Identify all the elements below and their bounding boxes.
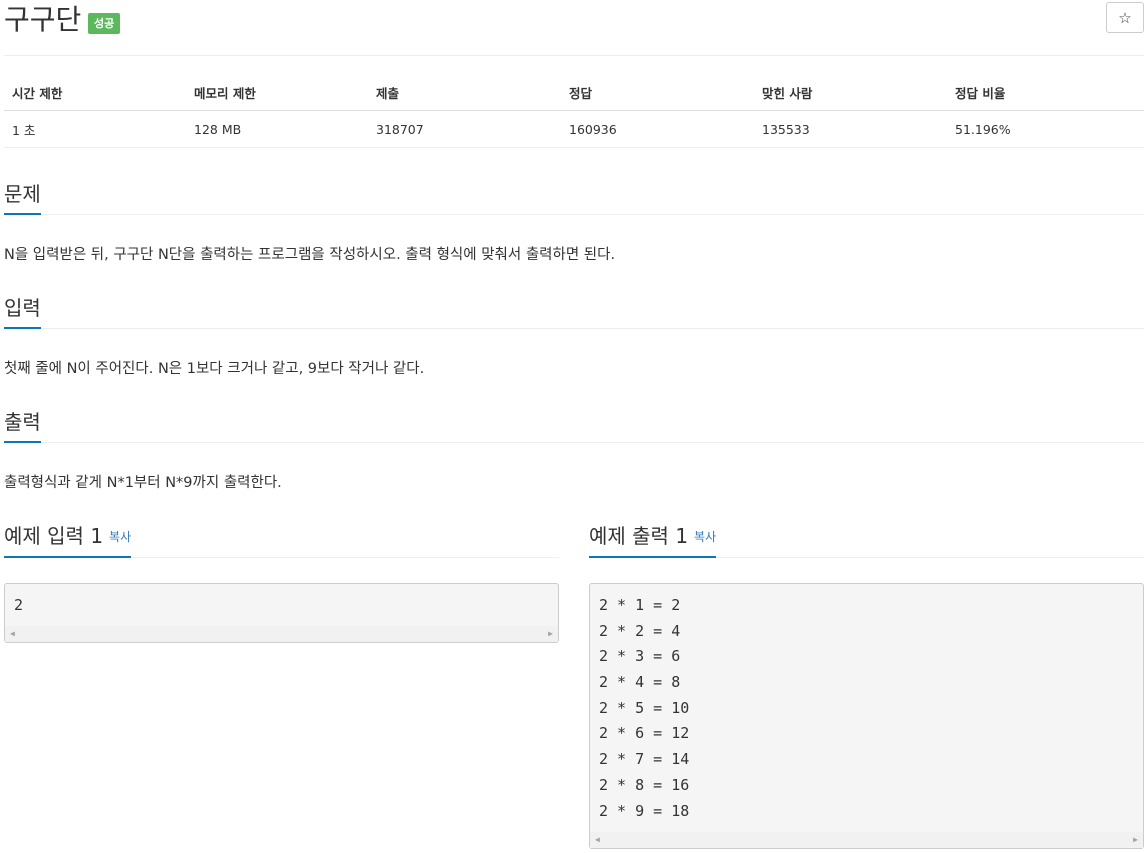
sample-output-section: 예제 출력 1 복사	[589, 518, 1144, 558]
scroll-left-arrow-icon[interactable]: ◀	[10, 630, 15, 638]
info-value-submissions: 318707	[368, 110, 561, 148]
copy-sample-input-link[interactable]: 복사	[109, 530, 131, 544]
sample-line: 2 * 1 = 2	[599, 596, 681, 614]
info-value-solved-users: 135533	[754, 110, 947, 148]
scroll-right-arrow-icon[interactable]: ▶	[548, 630, 553, 638]
sample-output-lines: 2 * 1 = 2 2 * 2 = 4 2 * 3 = 6 2 * 4 = 8 2 * …	[590, 584, 1143, 824]
output-description-text: 출력형식과 같게 N*1부터 N*9까지 출력한다.	[4, 475, 282, 491]
sample-input-box: 2 ◀ ▶	[4, 583, 559, 643]
problem-title: 구구단	[4, 3, 82, 36]
status-badge: 성공	[88, 13, 121, 34]
sample-line: 2 * 5 = 10	[599, 698, 690, 717]
input-section: 입력	[4, 293, 1144, 329]
sample-line: 2 * 3 = 6	[599, 647, 681, 666]
sample-output-heading: 예제 출력 1 복사	[589, 521, 717, 558]
info-value-time-limit: 1 초	[4, 110, 186, 148]
problem-description-section: 문제	[4, 179, 1144, 215]
section-divider	[4, 442, 1144, 443]
info-header-time-limit: 시간 제한	[4, 74, 186, 111]
info-header-memory-limit: 메모리 제한	[186, 74, 368, 111]
info-header-accepted: 정답	[561, 74, 754, 111]
problem-description-heading: 문제	[4, 178, 41, 215]
info-value-row: 1 초 128 MB 318707 160936 135533 51.196%	[4, 110, 1144, 148]
sample-input-section: 예제 입력 1 복사	[4, 518, 559, 558]
info-header-ratio: 정답 비율	[947, 74, 1144, 111]
sample-line: 2 * 7 = 14	[599, 750, 690, 769]
sample-line: 2 * 6 = 12	[599, 724, 690, 743]
favorite-button[interactable]: ☆	[1106, 2, 1144, 33]
sample-line: 2	[14, 596, 24, 614]
problem-info-table: 시간 제한 메모리 제한 제출 정답 맞힌 사람 정답 비율 1 초 128 M…	[4, 74, 1144, 148]
star-icon: ☆	[1118, 9, 1132, 27]
scroll-right-arrow-icon[interactable]: ▶	[1133, 836, 1138, 844]
sample-input-title: 예제 입력 1	[4, 524, 104, 548]
info-value-ratio: 51.196%	[947, 110, 1144, 148]
output-heading: 출력	[4, 406, 41, 443]
info-value-memory-limit: 128 MB	[186, 110, 368, 148]
info-header-submissions: 제출	[368, 74, 561, 111]
sample-line: 2 * 2 = 4	[599, 621, 681, 640]
horizontal-scrollbar[interactable]: ◀ ▶	[590, 832, 1143, 848]
sample-output-box: 2 * 1 = 2 2 * 2 = 4 2 * 3 = 6 2 * 4 = 8 2 * …	[589, 583, 1144, 849]
sample-input-lines: 2	[5, 584, 558, 619]
input-heading-text: 입력	[4, 296, 41, 320]
section-divider	[4, 214, 1144, 215]
sample-output-title: 예제 출력 1	[589, 524, 689, 548]
problem-title-row: 구구단 성공 ☆	[4, 0, 1144, 56]
sample-line: 2 * 9 = 18	[599, 801, 690, 820]
info-value-accepted: 160936	[561, 110, 754, 148]
output-section: 출력	[4, 407, 1144, 443]
sample-input-heading: 예제 입력 1 복사	[4, 521, 132, 558]
copy-sample-output-link[interactable]: 복사	[694, 530, 716, 544]
input-heading: 입력	[4, 292, 41, 329]
problem-page: 구구단 성공 ☆ 시간 제한 메모리 제한 제출 정답 맞힌 사람 정답 비율 …	[0, 0, 1148, 853]
sample-line: 2 * 4 = 8	[599, 673, 681, 692]
section-divider	[4, 328, 1144, 329]
info-header-row: 시간 제한 메모리 제한 제출 정답 맞힌 사람 정답 비율	[4, 74, 1144, 111]
info-header-solved-users: 맞힌 사람	[754, 74, 947, 111]
input-description-text: 첫째 줄에 N이 주어진다. N은 1보다 크거나 같고, 9보다 작거나 같다…	[4, 361, 425, 377]
problem-description-text: N을 입력받은 뒤, 구구단 N단을 출력하는 프로그램을 작성하시오. 출력 …	[4, 247, 616, 263]
horizontal-scrollbar[interactable]: ◀ ▶	[5, 626, 558, 642]
sample-line: 2 * 8 = 16	[599, 775, 690, 794]
problem-description-heading-text: 문제	[4, 182, 41, 206]
scroll-left-arrow-icon[interactable]: ◀	[595, 836, 600, 844]
output-heading-text: 출력	[4, 410, 41, 434]
